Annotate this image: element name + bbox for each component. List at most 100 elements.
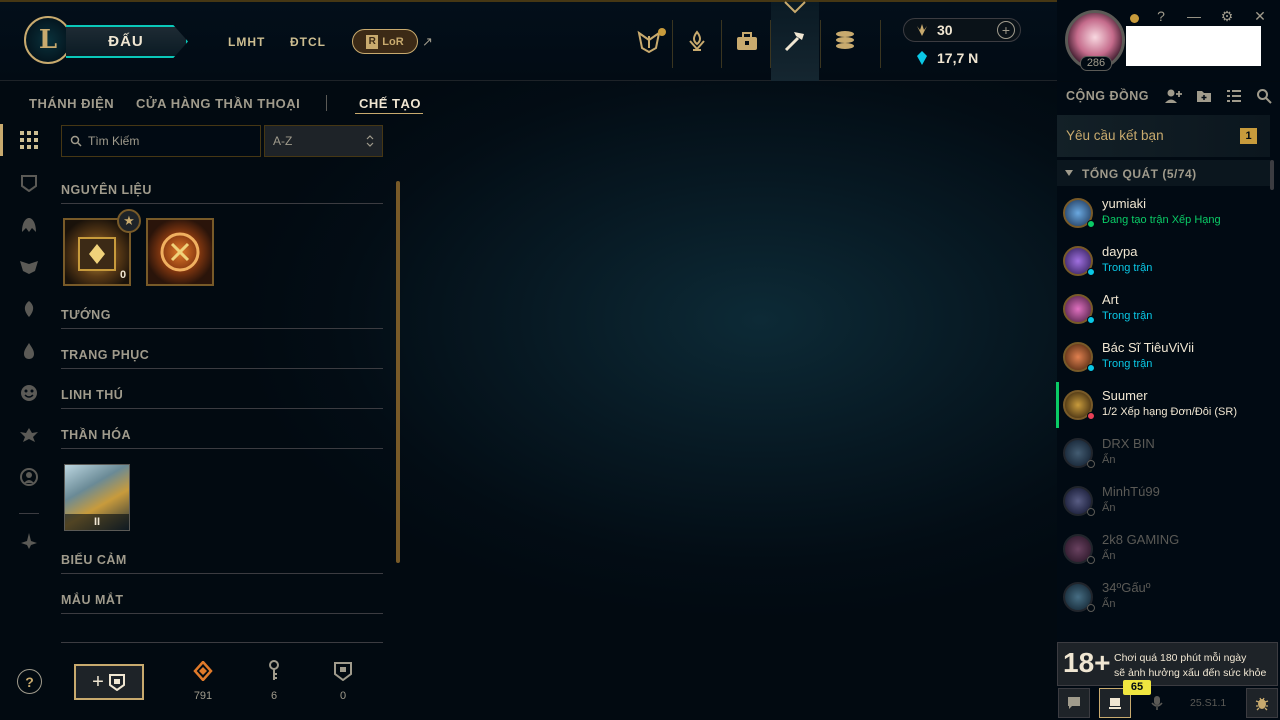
trophy-icon[interactable]: [682, 24, 712, 58]
friend-name: MinhTú99: [1102, 484, 1160, 499]
recipe-filter-icon[interactable]: [18, 530, 40, 552]
bug-report-button[interactable]: [1246, 688, 1278, 718]
ward-filter-icon[interactable]: [18, 340, 40, 362]
blue-essence-value: 17,7 N: [937, 50, 979, 66]
divider: [61, 642, 383, 643]
league-logo-icon[interactable]: L: [24, 16, 72, 64]
friend-status: Ẩn: [1102, 502, 1116, 514]
close-button[interactable]: ✕: [1252, 8, 1268, 24]
list-view-icon[interactable]: [1226, 88, 1242, 104]
key-icon: [264, 660, 284, 682]
friend-row[interactable]: yumiaki Đang tạo trận Xếp Hạng: [1059, 190, 1269, 238]
sort-value: A-Z: [273, 134, 293, 148]
tab-sanctum[interactable]: THÁNH ĐIỆN: [29, 96, 114, 111]
health-warning-banner: 18+ Chơi quá 180 phút mỗi ngày sẽ ảnh hư…: [1057, 642, 1278, 686]
friend-name: Art: [1102, 292, 1119, 307]
friend-row[interactable]: Art Trong trận: [1059, 286, 1269, 334]
divider: [19, 513, 39, 514]
friend-status: Ẩn: [1102, 598, 1116, 610]
friend-name: DRX BIN: [1102, 436, 1155, 451]
key-count: 6: [270, 690, 278, 702]
friend-status: Đang tạo trận Xếp Hạng: [1102, 214, 1221, 226]
section-ward[interactable]: THẦN HÓA: [61, 428, 383, 449]
client-version: 25.S1.1: [1190, 697, 1227, 709]
status-dot: [1130, 14, 1139, 23]
ward-skin-tile[interactable]: II: [64, 464, 130, 531]
active-tab-underline: [355, 113, 423, 114]
add-chest-button[interactable]: +: [74, 664, 144, 700]
riot-points-icon: [914, 22, 930, 38]
emote-filter-icon[interactable]: [18, 382, 40, 404]
nav-dtcl[interactable]: ĐTCL: [290, 35, 326, 49]
add-folder-icon[interactable]: [1196, 88, 1212, 104]
collection-icon[interactable]: [732, 24, 762, 58]
friend-name: 2k8 GAMING: [1102, 532, 1180, 547]
friend-row[interactable]: daypa Trong trận: [1059, 238, 1269, 286]
social-scrollbar[interactable]: [1270, 160, 1274, 190]
divider: [721, 20, 722, 68]
tab-crafting[interactable]: CHẾ TẠO: [359, 96, 421, 111]
minimize-button[interactable]: —: [1186, 8, 1202, 24]
friend-group-header[interactable]: TỔNG QUÁT (5/74): [1057, 160, 1270, 186]
help-circle-button[interactable]: ?: [17, 669, 42, 694]
ingame-status-dot: [1087, 364, 1095, 372]
profile-name-redacted: [1126, 26, 1261, 66]
store-coins-icon[interactable]: [830, 24, 860, 58]
friend-row[interactable]: DRX BIN Ẩn: [1059, 430, 1269, 478]
eye-filter-icon[interactable]: [18, 424, 40, 446]
warning-line-2: sẽ ảnh hưởng xấu đến sức khỏe: [1114, 667, 1267, 679]
chat-button[interactable]: [1058, 688, 1090, 718]
friend-row[interactable]: 2k8 GAMING Ẩn: [1059, 526, 1269, 574]
chest-shield-icon: [108, 674, 125, 691]
divider: [326, 95, 327, 111]
settings-gear-icon[interactable]: ⚙: [1219, 8, 1235, 24]
section-emotes[interactable]: BIỂU CẢM: [61, 553, 383, 574]
nav-lmht[interactable]: LMHT: [228, 35, 265, 49]
offline-status-dot: [1087, 460, 1095, 468]
section-skins[interactable]: TRANG PHỤC: [61, 348, 383, 369]
chest-filter-icon[interactable]: [18, 172, 40, 194]
plus-label: +: [92, 670, 104, 693]
age-rating: 18+: [1063, 647, 1111, 678]
section-champions[interactable]: TƯỚNG: [61, 308, 383, 329]
champion-filter-icon[interactable]: [18, 214, 40, 236]
ward-tier-label: II: [65, 514, 129, 530]
social-title: CỘNG ĐỒNG: [1066, 89, 1149, 103]
lor-button[interactable]: R LoR: [352, 29, 418, 54]
caret-down-icon: [1065, 170, 1073, 176]
section-eyes[interactable]: MẮU MẮT: [61, 593, 383, 614]
add-friend-icon[interactable]: [1165, 88, 1183, 104]
search-input[interactable]: Tìm Kiếm: [61, 125, 261, 157]
skin-filter-icon[interactable]: [18, 256, 40, 278]
section-pets[interactable]: LINH THÚ: [61, 388, 383, 409]
add-currency-button[interactable]: +: [997, 21, 1015, 39]
friend-status: Ẩn: [1102, 550, 1116, 562]
section-materials: NGUYÊN LIỆU: [61, 183, 383, 204]
friend-row[interactable]: Suumer 1/2 Xếp hạng Đơn/Đôi (SR): [1059, 382, 1269, 430]
rail-active-indicator: [0, 124, 3, 156]
voice-button[interactable]: [1141, 688, 1173, 718]
lor-badge-icon: R: [366, 34, 379, 49]
friend-requests-row[interactable]: Yêu cầu kết bạn 1: [1057, 115, 1270, 157]
friend-row[interactable]: Bác Sĩ TiêuViVii Trong trận: [1059, 334, 1269, 382]
offline-status-dot: [1087, 508, 1095, 516]
play-button[interactable]: ĐẤU: [66, 25, 188, 58]
icon-filter-icon[interactable]: [18, 466, 40, 488]
orange-essence-tile[interactable]: [146, 218, 214, 286]
help-button[interactable]: ?: [1153, 8, 1169, 24]
friend-row[interactable]: 34ºGấuº Ẩn: [1059, 574, 1269, 622]
friend-name: yumiaki: [1102, 196, 1147, 211]
updown-chevron-icon: [366, 135, 374, 147]
microphone-icon: [1151, 696, 1163, 710]
pet-filter-icon[interactable]: [18, 298, 40, 320]
divider: [820, 20, 821, 68]
friend-row[interactable]: MinhTú99 Ẩn: [1059, 478, 1269, 526]
loot-scrollbar[interactable]: [396, 181, 400, 563]
tab-mythic-shop[interactable]: CỬA HÀNG THẦN THOẠI: [136, 96, 300, 111]
grid-all-icon[interactable]: [18, 129, 40, 151]
crafting-hammer-icon[interactable]: [780, 24, 810, 58]
sort-select[interactable]: A-Z: [264, 125, 383, 157]
chest-total: 0: [339, 690, 347, 702]
orange-essence-icon: [193, 660, 213, 682]
search-friends-icon[interactable]: [1256, 88, 1272, 104]
